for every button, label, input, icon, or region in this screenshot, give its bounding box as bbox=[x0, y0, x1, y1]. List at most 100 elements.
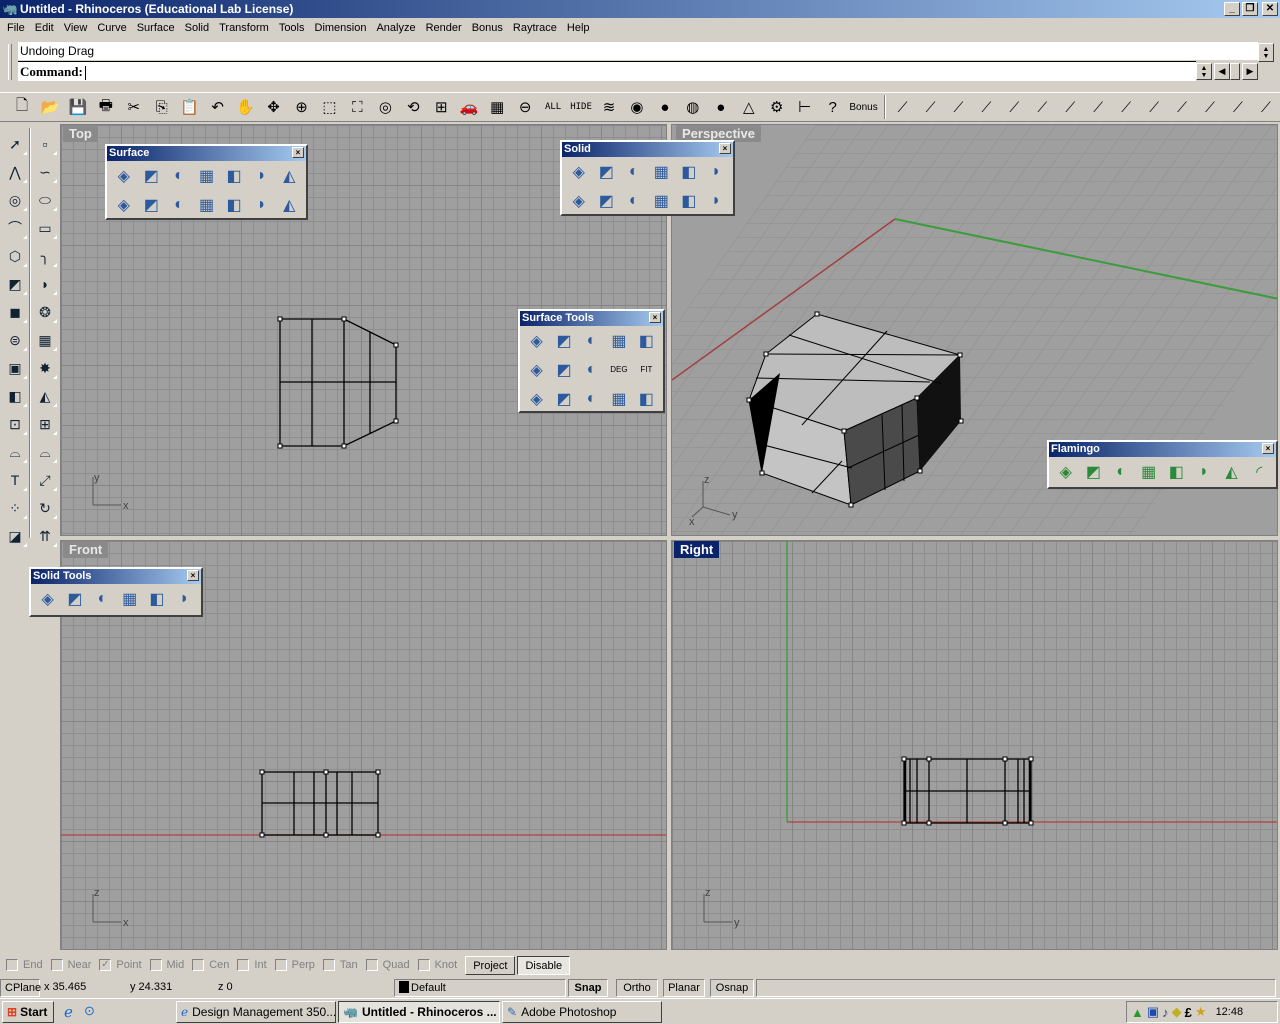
sweep-tool[interactable]: ◗ bbox=[31, 270, 59, 298]
fit-button[interactable]: FIT bbox=[633, 356, 660, 383]
close-icon[interactable]: × bbox=[292, 147, 304, 158]
cplane-label[interactable]: CPlane bbox=[0, 979, 41, 997]
osnap-checkbox[interactable] bbox=[322, 959, 335, 971]
flamingo-help-button[interactable]: ◜ bbox=[1245, 458, 1273, 485]
options-gear-button[interactable]: ⚙ bbox=[763, 94, 791, 120]
osnap-checkbox[interactable] bbox=[192, 959, 205, 971]
line-perpendicular-button[interactable]: ⟋ bbox=[1000, 94, 1028, 120]
task-rhinoceros[interactable]: 🦏 Untitled - Rhinoceros ... bbox=[338, 1001, 500, 1023]
box-tool[interactable]: ◼ bbox=[1, 298, 29, 326]
match-surface-button[interactable]: ◈ bbox=[523, 356, 550, 383]
blue-sphere-button[interactable]: ● bbox=[707, 94, 735, 120]
surface-from-points-tool[interactable]: ◩ bbox=[1, 270, 29, 298]
extract-surface-button[interactable]: ◧ bbox=[143, 585, 170, 612]
line-fit-button[interactable]: ⟋ bbox=[1224, 94, 1252, 120]
undo-view-button[interactable]: ⟲ bbox=[399, 94, 427, 120]
osnap-checkbox[interactable]: ✓ bbox=[99, 959, 112, 971]
line-tangent-button[interactable]: ⟋ bbox=[1056, 94, 1084, 120]
line-bisector-button[interactable]: ⟋ bbox=[1168, 94, 1196, 120]
paraboloid-button[interactable]: ▦ bbox=[648, 158, 676, 185]
mesh-tool[interactable]: ▦ bbox=[31, 326, 59, 354]
command-spin[interactable]: ▲ ▼ bbox=[1196, 63, 1212, 80]
boolean-intersection-button[interactable]: ◐ bbox=[89, 585, 116, 612]
outlook-quicklaunch-icon[interactable]: ⊙ bbox=[84, 1003, 95, 1019]
surface-drape-button[interactable]: ◧ bbox=[220, 191, 248, 218]
fillet-curve-tool[interactable]: ╮ bbox=[31, 242, 59, 270]
text-tool[interactable]: T bbox=[1, 466, 29, 494]
osnap-checkbox[interactable] bbox=[6, 959, 18, 971]
extrude-curve-solid-button[interactable]: ◗ bbox=[703, 187, 731, 214]
cone-button[interactable]: ◧ bbox=[675, 158, 703, 185]
close-icon[interactable]: × bbox=[719, 143, 731, 154]
box-button[interactable]: ◈ bbox=[565, 158, 593, 185]
tray-pyramid-icon[interactable]: ▲ bbox=[1131, 1005, 1144, 1020]
osnap-checkbox[interactable] bbox=[50, 959, 63, 971]
group-tool[interactable]: ▣ bbox=[1, 354, 29, 382]
surface-sweep2-button[interactable]: ◐ bbox=[165, 191, 193, 218]
viewport-right[interactable]: Right z y bbox=[671, 540, 1278, 950]
surface-network-button[interactable]: ▦ bbox=[193, 162, 221, 189]
boolean-union-button[interactable]: ◈ bbox=[34, 585, 61, 612]
menu-file[interactable]: File bbox=[2, 22, 30, 34]
surface-tools-panel-title[interactable]: Surface Tools × bbox=[520, 311, 663, 326]
surface-from-grid-button[interactable]: ◭ bbox=[275, 191, 303, 218]
task-photoshop[interactable]: ✎ Adobe Photoshop bbox=[502, 1001, 662, 1023]
tray-star-icon[interactable]: ★ bbox=[1195, 1004, 1207, 1020]
maximize-button[interactable]: ❐ bbox=[1242, 2, 1258, 16]
surface-sweep1-button[interactable]: ◩ bbox=[138, 191, 166, 218]
project-button[interactable]: Project bbox=[465, 955, 516, 975]
osnap-cen[interactable]: Cen bbox=[192, 959, 229, 971]
point-cloud-tool[interactable]: ⁘ bbox=[1, 494, 29, 522]
line-vertical-button[interactable]: ⟋ bbox=[1084, 94, 1112, 120]
tray-currency-icon[interactable]: £ bbox=[1185, 1005, 1192, 1020]
pan-button[interactable]: ✋ bbox=[232, 94, 260, 120]
osnap-tan[interactable]: Tan bbox=[322, 959, 358, 971]
surface-planar-button[interactable]: ◐ bbox=[165, 162, 193, 189]
scale-tool[interactable]: ⤢ bbox=[31, 466, 59, 494]
untrim-button[interactable]: ◈ bbox=[523, 385, 550, 412]
surface-loft-button[interactable]: ◗ bbox=[248, 162, 276, 189]
command-input[interactable] bbox=[84, 65, 985, 80]
circle-tool[interactable]: ◎ bbox=[1, 186, 29, 214]
osnap-checkbox[interactable] bbox=[274, 959, 287, 971]
task-design-management[interactable]: ℯ Design Management 350... bbox=[176, 1001, 336, 1023]
merge-surface-button[interactable]: ◩ bbox=[550, 356, 577, 383]
surface-heightfield-button[interactable]: ◗ bbox=[248, 191, 276, 218]
bonus-button[interactable]: Bonus bbox=[847, 94, 881, 120]
offset-surface-button[interactable]: ▦ bbox=[605, 327, 632, 354]
line-segment-button[interactable]: ⟋ bbox=[944, 94, 972, 120]
osnap-end[interactable]: End bbox=[6, 959, 43, 971]
zoom-window-button[interactable]: ⬚ bbox=[315, 94, 343, 120]
save-render-button[interactable]: ◩ bbox=[1080, 458, 1108, 485]
environment-button[interactable]: ◧ bbox=[1163, 458, 1191, 485]
osnap-toggle[interactable]: Osnap bbox=[710, 979, 754, 997]
zoom-selected-button[interactable]: ◎ bbox=[371, 94, 399, 120]
point-on-button[interactable]: ⊖ bbox=[511, 94, 539, 120]
render-button[interactable]: ◈ bbox=[1052, 458, 1080, 485]
ellipsoid-button[interactable]: ◐ bbox=[620, 158, 648, 185]
osnap-checkbox[interactable] bbox=[417, 959, 430, 971]
menu-render[interactable]: Render bbox=[421, 22, 467, 34]
curve-points-tool[interactable]: ⌓ bbox=[31, 438, 59, 466]
ie-quicklaunch-icon[interactable]: ℯ bbox=[64, 1003, 73, 1021]
close-icon[interactable]: × bbox=[187, 570, 199, 581]
menu-surface[interactable]: Surface bbox=[132, 22, 180, 34]
osnap-quad[interactable]: Quad bbox=[365, 959, 410, 971]
cap-planar-holes-button[interactable]: ◗ bbox=[171, 585, 198, 612]
surface-rail-revolve-button[interactable]: ◈ bbox=[110, 191, 138, 218]
tray-network-icon[interactable]: ▣ bbox=[1147, 1004, 1159, 1020]
tube-button[interactable]: ◩ bbox=[593, 187, 621, 214]
help-button[interactable]: ? bbox=[819, 94, 847, 120]
line-angle-button[interactable]: ⟋ bbox=[1140, 94, 1168, 120]
viewport-label-front[interactable]: Front bbox=[63, 541, 109, 558]
paste-button[interactable]: 📋 bbox=[176, 94, 204, 120]
ortho-toggle[interactable]: Ortho bbox=[616, 979, 658, 997]
tray-pencil-icon[interactable]: ◆ bbox=[1172, 1004, 1182, 1020]
osnap-int[interactable]: Int bbox=[237, 959, 267, 971]
layer-selector[interactable]: Default bbox=[394, 979, 566, 997]
surface-revolve-button[interactable]: ◭ bbox=[275, 162, 303, 189]
array-polar-tool[interactable]: ⊞ bbox=[31, 410, 59, 438]
rotate-tool[interactable]: ↻ bbox=[31, 494, 59, 522]
menu-bonus[interactable]: Bonus bbox=[467, 22, 508, 34]
zoom-dynamic-button[interactable]: ⊕ bbox=[288, 94, 316, 120]
